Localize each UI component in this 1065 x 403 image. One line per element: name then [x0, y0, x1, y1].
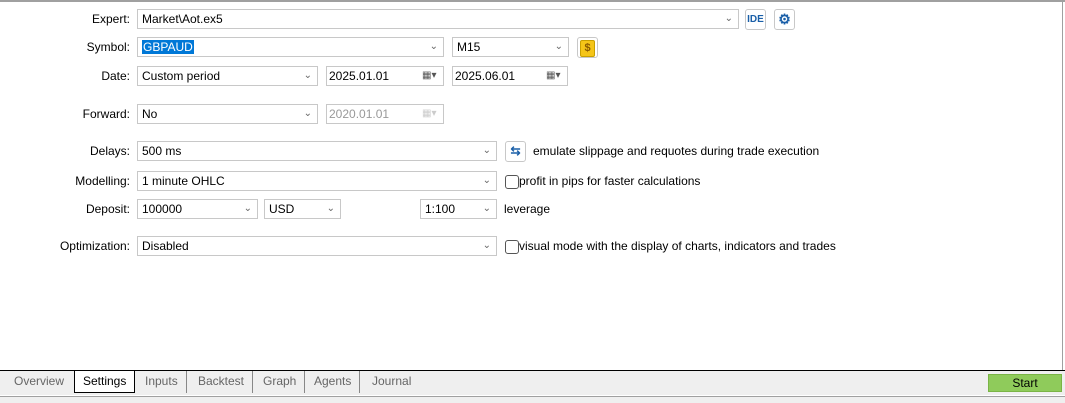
deposit-select[interactable]: 100000 ⌄	[137, 199, 258, 219]
start-button[interactable]: Start	[988, 374, 1062, 392]
forward-select[interactable]: No ⌄	[137, 104, 318, 124]
optimization-label: Optimization:	[59, 239, 130, 253]
delays-select[interactable]: 500 ms ⌄	[137, 141, 497, 161]
forward-date-value: 2020.01.01	[329, 107, 390, 121]
chevron-down-icon: ⌄	[326, 203, 335, 214]
date-mode-value: Custom period	[142, 69, 221, 83]
tab-overview[interactable]: Overview	[6, 371, 72, 393]
tab-journal[interactable]: Journal	[364, 371, 419, 393]
chevron-down-icon: ⌄	[303, 108, 312, 119]
symbol-label: Symbol:	[86, 40, 130, 54]
expert-value: Market\Aot.ex5	[142, 12, 223, 26]
date-to-picker[interactable]: 2025.06.01 ▦▾	[452, 66, 568, 86]
visual-mode-checkbox[interactable]	[505, 240, 519, 254]
modelling-label: Modelling:	[75, 174, 130, 188]
deposit-value: 100000	[142, 202, 183, 216]
forward-label: Forward:	[82, 107, 130, 121]
profit-in-pips-checkbox[interactable]	[505, 175, 519, 189]
tab-agents[interactable]: Agents	[306, 371, 361, 393]
chevron-down-icon: ⌄	[482, 145, 491, 156]
date-from-value: 2025.01.01	[329, 69, 390, 83]
tab-settings[interactable]: Settings	[74, 371, 136, 393]
chevron-down-icon: ⌄	[303, 70, 312, 81]
expert-label: Expert:	[91, 12, 130, 26]
forward-value: No	[142, 107, 158, 121]
date-to-value: 2025.06.01	[455, 69, 516, 83]
modelling-select[interactable]: 1 minute OHLC ⌄	[137, 171, 497, 191]
sliders-icon[interactable]: ⇆	[505, 141, 526, 162]
chevron-down-icon: ⌄	[243, 203, 252, 214]
chevron-down-icon: ⌄	[482, 203, 491, 214]
top-border	[0, 0, 1065, 2]
tab-bar: Overview Settings Inputs Backtest Graph …	[0, 370, 1065, 395]
forward-date-picker: 2020.01.01 ▦▾	[326, 104, 444, 124]
ide-button[interactable]: IDE	[745, 9, 766, 30]
dollar-icon: $	[580, 40, 595, 57]
symbol-select[interactable]: GBPAUD ⌄	[137, 37, 444, 57]
symbol-properties-button[interactable]: $	[577, 37, 598, 58]
profit-in-pips-label: profit in pips for faster calculations	[519, 174, 701, 188]
date-mode-select[interactable]: Custom period ⌄	[137, 66, 318, 86]
gear-icon[interactable]: ⚙	[774, 9, 795, 30]
chevron-down-icon: ⌄	[482, 240, 491, 251]
calendar-icon: ▦▾	[422, 108, 437, 119]
chevron-down-icon: ⌄	[482, 175, 491, 186]
optimization-value: Disabled	[142, 239, 189, 253]
chevron-down-icon: ⌄	[724, 13, 733, 24]
delays-value: 500 ms	[142, 144, 182, 158]
currency-value: USD	[269, 202, 295, 216]
deposit-label: Deposit:	[85, 202, 130, 216]
symbol-value: GBPAUD	[142, 40, 194, 54]
delays-description: emulate slippage and requotes during tra…	[533, 144, 820, 158]
chevron-down-icon: ⌄	[429, 41, 438, 52]
date-label: Date:	[101, 69, 130, 83]
tab-graph[interactable]: Graph	[255, 371, 306, 393]
currency-select[interactable]: USD ⌄	[264, 199, 341, 219]
chevron-down-icon: ⌄	[554, 41, 563, 52]
date-from-picker[interactable]: 2025.01.01 ▦▾	[326, 66, 444, 86]
modelling-value: 1 minute OHLC	[142, 174, 225, 188]
leverage-value: 1:100	[425, 202, 456, 216]
delays-label: Delays:	[89, 144, 130, 158]
expert-select[interactable]: Market\Aot.ex5 ⌄	[137, 9, 739, 29]
calendar-icon[interactable]: ▦▾	[422, 70, 440, 82]
optimization-select[interactable]: Disabled ⌄	[137, 236, 497, 256]
visual-mode-label: visual mode with the display of charts, …	[519, 239, 836, 253]
right-border	[1062, 0, 1063, 370]
leverage-label: leverage	[504, 202, 551, 216]
timeframe-value: M15	[457, 40, 481, 54]
leverage-select[interactable]: 1:100 ⌄	[420, 199, 497, 219]
tab-inputs[interactable]: Inputs	[137, 371, 187, 393]
tab-backtest[interactable]: Backtest	[190, 371, 254, 393]
timeframe-select[interactable]: M15 ⌄	[452, 37, 569, 57]
calendar-icon[interactable]: ▦▾	[546, 70, 564, 82]
